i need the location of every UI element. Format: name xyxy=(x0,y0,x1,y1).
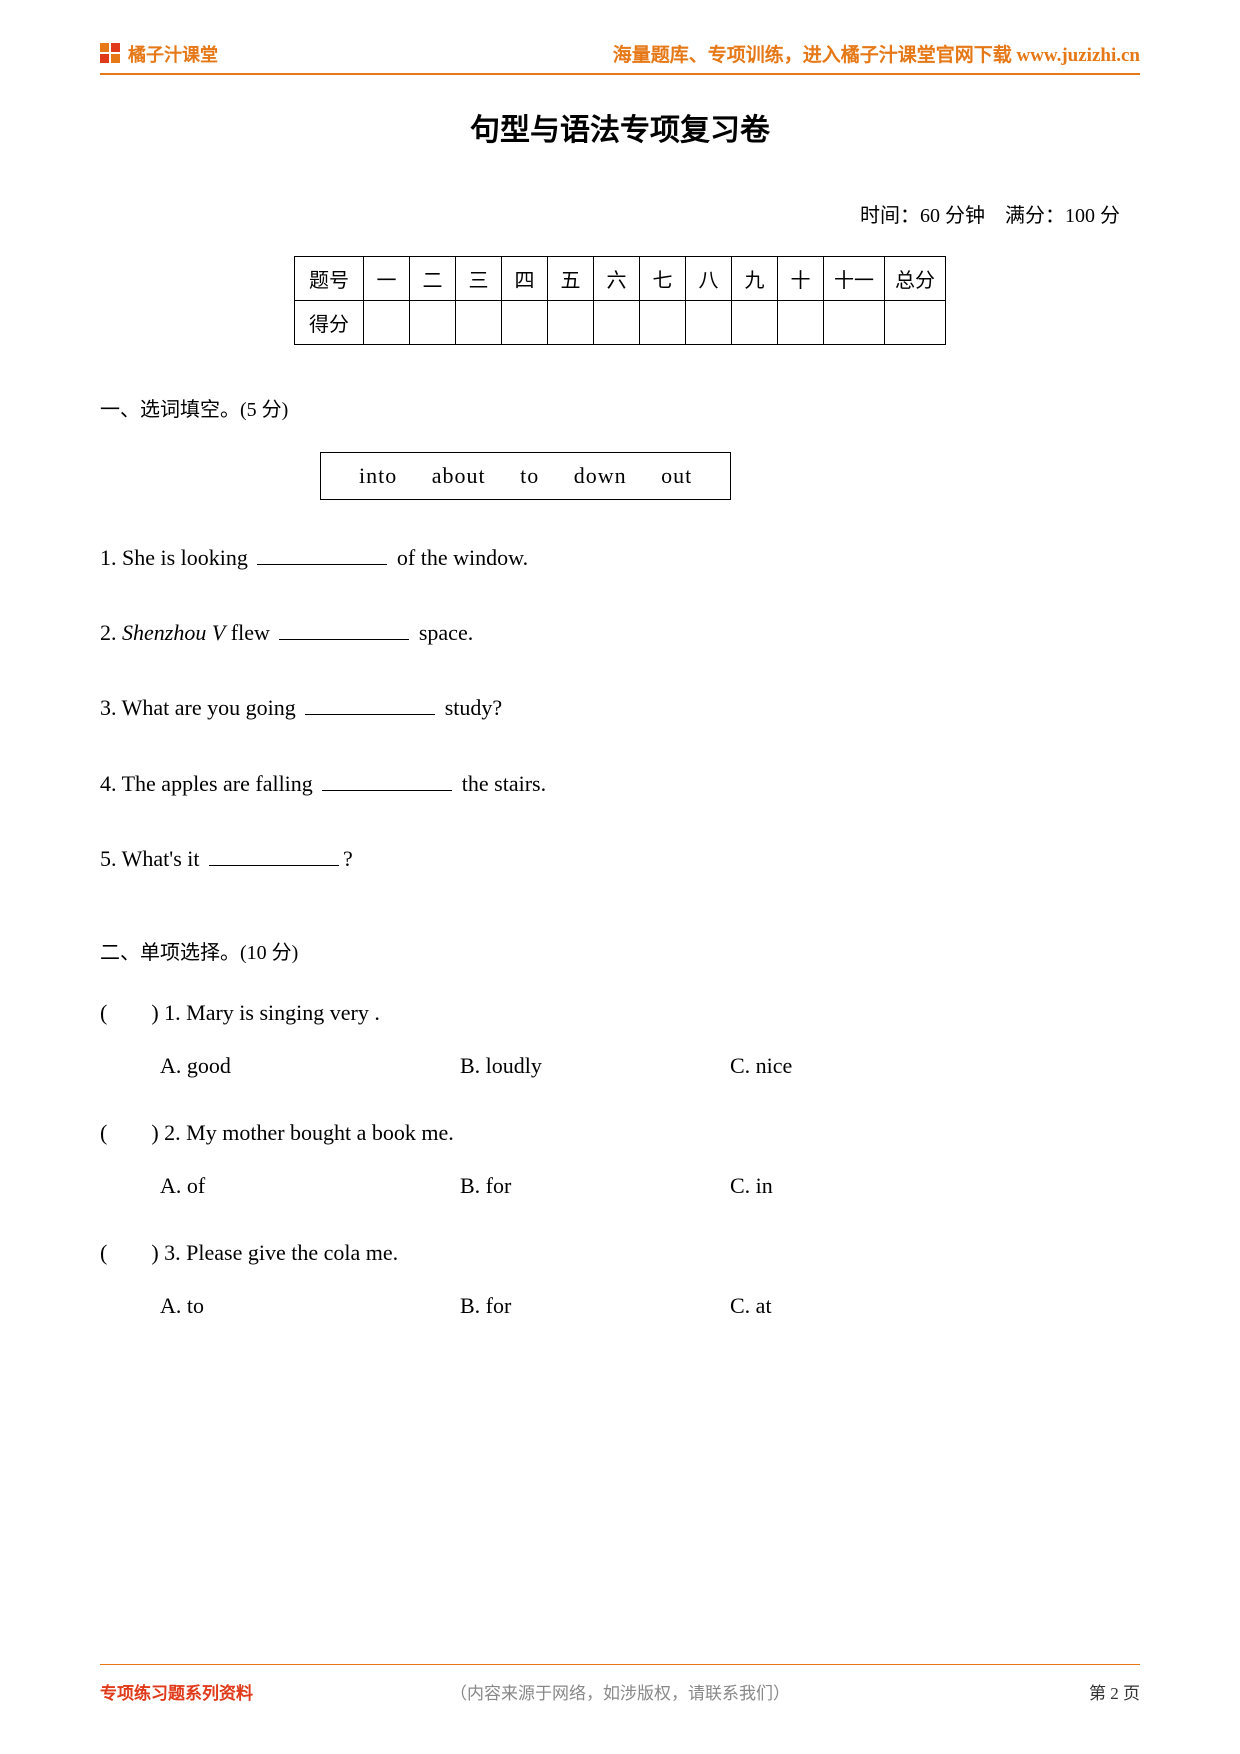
time-value: 60 分钟 xyxy=(920,205,985,227)
q-post: study? xyxy=(439,695,502,720)
footer-series: 专项练习题系列资料 xyxy=(100,1679,253,1704)
word-option: out xyxy=(661,463,692,488)
score-col-10: 十 xyxy=(778,257,824,301)
score-cell xyxy=(502,301,548,345)
word-option: to xyxy=(520,463,539,488)
mc-option-b[interactable]: B. for xyxy=(460,1293,730,1319)
score-cell xyxy=(885,301,946,345)
mc-option-a[interactable]: A. to xyxy=(160,1293,460,1319)
score-col-8: 八 xyxy=(686,257,732,301)
fill-question-3: 3. What are you going study? xyxy=(100,690,1140,725)
q-post: of the window. xyxy=(391,545,528,570)
mc-option-b[interactable]: B. for xyxy=(460,1173,730,1199)
fill-question-2: 2. Shenzhou V flew space. xyxy=(100,615,1140,650)
mc-option-a[interactable]: A. good xyxy=(160,1053,460,1079)
score-cell xyxy=(778,301,824,345)
table-row: 得分 xyxy=(295,301,946,345)
page-footer: 专项练习题系列资料 （内容来源于网络，如涉版权，请联系我们） 第 2 页 xyxy=(100,1664,1140,1704)
score-cell xyxy=(410,301,456,345)
mc-options-3: A. to B. for C. at xyxy=(160,1293,1140,1319)
fill-question-1: 1. She is looking of the window. xyxy=(100,540,1140,575)
score-cell xyxy=(824,301,885,345)
fill-question-4: 4. The apples are falling the stairs. xyxy=(100,766,1140,801)
mc-option-b[interactable]: B. loudly xyxy=(460,1053,730,1079)
score-col-total: 总分 xyxy=(885,257,946,301)
header-source-text: 海量题库、专项训练，进入橘子汁课堂官网下载 www.juzizhi.cn xyxy=(613,40,1140,67)
logo: 橘子汁课堂 xyxy=(100,41,218,67)
q-pre: 4. The apples are falling xyxy=(100,771,318,796)
mc-options-1: A. good B. loudly C. nice xyxy=(160,1053,1140,1079)
mc-stem-pre: ( ) 2. My mother bought a book xyxy=(100,1120,421,1145)
score-col-5: 五 xyxy=(548,257,594,301)
score-col-9: 九 xyxy=(732,257,778,301)
mc-question-2: ( ) 2. My mother bought a book me. xyxy=(100,1115,1140,1147)
mc-stem-post: me. xyxy=(366,1240,398,1265)
q-pre: 1. She is looking xyxy=(100,545,253,570)
logo-text: 橘子汁课堂 xyxy=(128,41,218,67)
score-col-4: 四 xyxy=(502,257,548,301)
word-option: about xyxy=(432,463,486,488)
score-cell xyxy=(732,301,778,345)
mc-question-3: ( ) 3. Please give the cola me. xyxy=(100,1235,1140,1267)
mc-option-c[interactable]: C. in xyxy=(730,1173,773,1199)
exam-meta: 时间：60 分钟 满分：100 分 xyxy=(100,199,1140,228)
page-header: 橘子汁课堂 海量题库、专项训练，进入橘子汁课堂官网下载 www.juzizhi.… xyxy=(100,40,1140,75)
q-post: ? xyxy=(343,846,353,871)
score-col-11: 十一 xyxy=(824,257,885,301)
mc-stem-pre: ( ) 1. Mary is singing very xyxy=(100,1000,374,1025)
q-pre: 2. Shenzhou V flew xyxy=(100,620,275,645)
score-col-1: 一 xyxy=(364,257,410,301)
footer-note: （内容来源于网络，如涉版权，请联系我们） xyxy=(450,1679,790,1704)
score-col-2: 二 xyxy=(410,257,456,301)
full-value: 100 分 xyxy=(1065,205,1120,227)
q-post: space. xyxy=(413,620,473,645)
fill-blank[interactable] xyxy=(305,693,435,715)
mc-option-a[interactable]: A. of xyxy=(160,1173,460,1199)
fill-blank[interactable] xyxy=(257,543,387,565)
score-cell xyxy=(364,301,410,345)
q-post: the stairs. xyxy=(456,771,546,796)
time-label: 时间： xyxy=(860,205,920,227)
table-row: 题号 一 二 三 四 五 六 七 八 九 十 十一 总分 xyxy=(295,257,946,301)
fill-blank[interactable] xyxy=(322,769,452,791)
mc-question-1: ( ) 1. Mary is singing very . xyxy=(100,995,1140,1027)
mc-stem-post: . xyxy=(374,1000,380,1025)
fill-question-5: 5. What's it ? xyxy=(100,841,1140,876)
page-title: 句型与语法专项复习卷 xyxy=(100,105,1140,149)
footer-page: 第 2 页 xyxy=(1089,1679,1140,1704)
q-pre: 5. What's it xyxy=(100,846,205,871)
score-col-6: 六 xyxy=(594,257,640,301)
section2-title: 二、单项选择。(10 分) xyxy=(100,936,1140,965)
mc-option-c[interactable]: C. at xyxy=(730,1293,772,1319)
score-row-label: 题号 xyxy=(295,257,364,301)
word-option: down xyxy=(574,463,627,488)
mc-option-c[interactable]: C. nice xyxy=(730,1053,792,1079)
mc-stem-pre: ( ) 3. Please give the cola xyxy=(100,1240,366,1265)
score-cell xyxy=(686,301,732,345)
fill-blank[interactable] xyxy=(209,844,339,866)
section1-title: 一、选词填空。(5 分) xyxy=(100,393,1140,422)
score-cell xyxy=(640,301,686,345)
word-bank: into about to down out xyxy=(320,452,731,500)
full-label: 满分： xyxy=(1005,205,1065,227)
score-cell xyxy=(456,301,502,345)
score-col-7: 七 xyxy=(640,257,686,301)
score-cell xyxy=(548,301,594,345)
mc-stem-post: me. xyxy=(421,1120,453,1145)
fill-blank[interactable] xyxy=(279,618,409,640)
mc-options-2: A. of B. for C. in xyxy=(160,1173,1140,1199)
logo-icon xyxy=(100,43,122,65)
score-row-label: 得分 xyxy=(295,301,364,345)
score-cell xyxy=(594,301,640,345)
score-table: 题号 一 二 三 四 五 六 七 八 九 十 十一 总分 得分 xyxy=(294,256,946,345)
word-option: into xyxy=(359,463,397,488)
score-col-3: 三 xyxy=(456,257,502,301)
q-pre: 3. What are you going xyxy=(100,695,301,720)
